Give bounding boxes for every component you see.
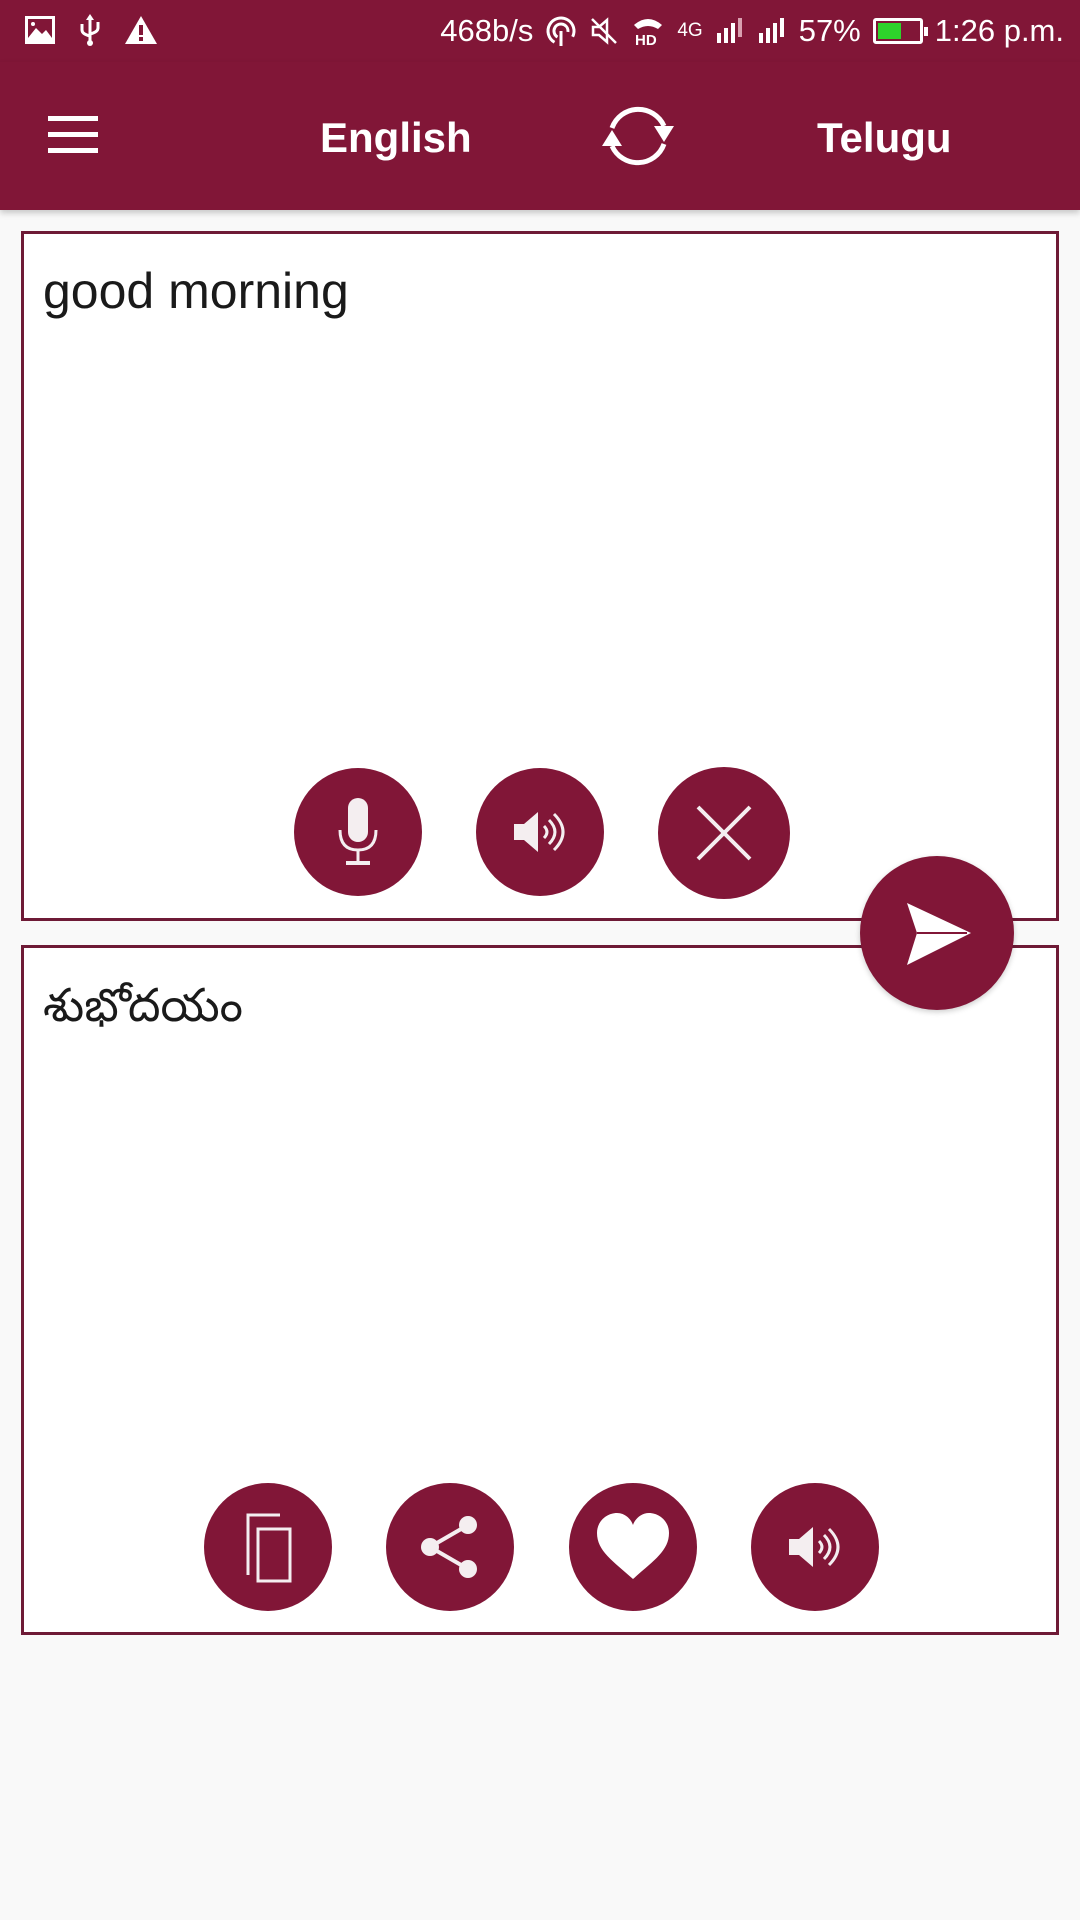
hd-voice-icon: HD (634, 19, 663, 47)
battery-icon (872, 18, 928, 44)
network-speed: 468b/s (440, 13, 534, 48)
microphone-icon (338, 798, 378, 865)
share-button[interactable] (386, 1483, 514, 1611)
swap-languages-icon (602, 106, 674, 166)
battery-percent: 57% (798, 13, 861, 48)
status-bar-right: 468b/s HD 4G 57% 1:26 p.m. (440, 8, 1064, 54)
translate-button[interactable] (860, 856, 1014, 1010)
input-text[interactable]: good morning (43, 262, 349, 320)
clock: 1:26 p.m. (934, 13, 1064, 48)
warning-icon (125, 16, 157, 44)
speak-input-button[interactable] (476, 768, 604, 896)
clear-button[interactable] (658, 767, 790, 899)
source-language-selector[interactable]: English (320, 114, 472, 162)
svg-text:HD: HD (635, 32, 657, 47)
mute-icon (591, 17, 618, 45)
network-type: 4G (677, 20, 703, 41)
status-bar-left (24, 14, 158, 46)
share-icon (421, 1516, 477, 1578)
favorite-button[interactable] (569, 1483, 697, 1611)
speak-output-button[interactable] (751, 1483, 879, 1611)
speaker-icon (789, 1527, 840, 1567)
signal-sim2-icon (758, 18, 784, 43)
image-icon (25, 16, 55, 44)
battery-level (877, 23, 901, 39)
usb-icon (80, 14, 100, 46)
copy-icon (246, 1513, 292, 1583)
hotspot-icon (546, 16, 576, 46)
heart-icon (597, 1513, 669, 1579)
copy-button[interactable] (204, 1483, 332, 1611)
output-panel: శుభోదయం (21, 945, 1059, 1635)
status-bar: 468b/s HD 4G 57% 1:26 p.m. (0, 0, 1080, 62)
app-bar: English Telugu (0, 62, 1080, 210)
speaker-icon (514, 812, 565, 852)
signal-sim1-icon (716, 18, 742, 43)
microphone-button[interactable] (294, 768, 422, 896)
close-icon (696, 805, 752, 861)
swap-languages-button[interactable] (590, 92, 686, 180)
send-icon (907, 903, 971, 965)
translated-text: శుభోదయం (43, 978, 243, 1032)
input-panel[interactable]: good morning (21, 231, 1059, 921)
hamburger-menu-icon[interactable] (48, 116, 98, 156)
target-language-selector[interactable]: Telugu (817, 114, 952, 162)
